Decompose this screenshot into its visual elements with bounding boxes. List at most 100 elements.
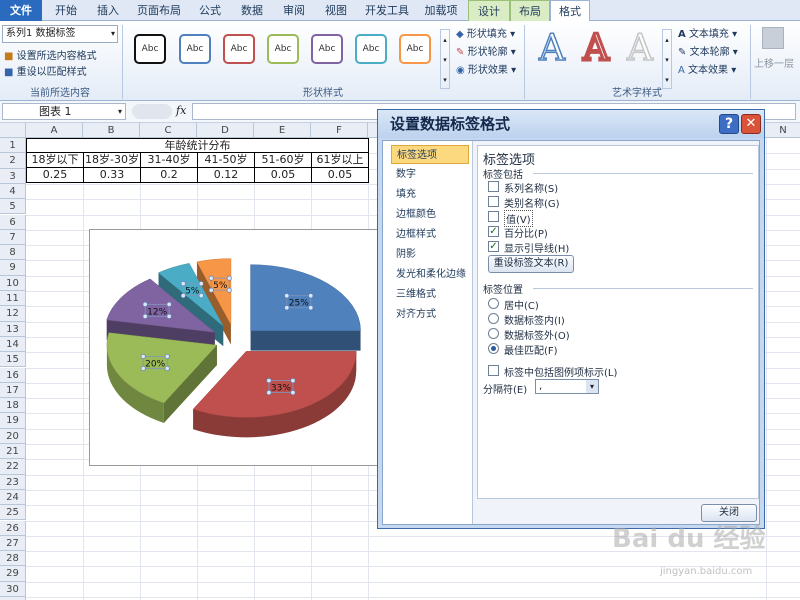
column-header[interactable]: N: [766, 123, 800, 138]
row-header[interactable]: 18: [0, 398, 26, 414]
checkbox-legend-key[interactable]: [488, 365, 499, 376]
row-header[interactable]: 19: [0, 413, 26, 429]
shape-outline-button[interactable]: ✎ 形状轮廓 ▾: [456, 43, 516, 58]
bring-forward-button[interactable]: 上移一层: [754, 55, 794, 70]
data-label-handle[interactable]: [164, 353, 170, 360]
data-label-handle[interactable]: [308, 293, 314, 299]
data-label[interactable]: 5%: [213, 281, 228, 291]
data-label-handle[interactable]: [140, 353, 146, 360]
wordart-style-3[interactable]: A: [622, 28, 658, 70]
reset-match-button[interactable]: ■ 重设以匹配样式: [4, 63, 87, 78]
tab-layout[interactable]: 布局: [510, 0, 550, 21]
table-header[interactable]: 61岁以上: [311, 152, 369, 168]
data-label-handle[interactable]: [166, 301, 172, 307]
table-header[interactable]: 18岁以下: [26, 152, 84, 168]
row-header[interactable]: 10: [0, 275, 26, 291]
column-header[interactable]: F: [311, 123, 368, 138]
row-header[interactable]: 20: [0, 428, 26, 444]
data-label-handle[interactable]: [198, 281, 204, 287]
reset-label-text-button[interactable]: 重设标签文本(R): [488, 255, 574, 273]
table-cell[interactable]: 0.33: [83, 167, 141, 183]
column-header[interactable]: E: [254, 123, 311, 138]
data-label-handle[interactable]: [180, 281, 186, 287]
data-label-handle[interactable]: [198, 293, 204, 299]
pie-slice[interactable]: [192, 351, 357, 438]
fx-icon[interactable]: fx: [176, 104, 186, 117]
checkbox-leader-lines[interactable]: ✓: [488, 241, 499, 252]
separator-select[interactable]: , ▾: [535, 379, 599, 394]
table-cell[interactable]: 0.12: [197, 167, 255, 183]
tab-developer[interactable]: 开发工具: [358, 0, 416, 21]
nav-border-color[interactable]: 边框颜色: [391, 205, 469, 224]
nav-shadow[interactable]: 阴影: [391, 245, 469, 264]
table-cell[interactable]: 0.05: [311, 167, 369, 183]
row-header[interactable]: 25: [0, 505, 26, 521]
row-header[interactable]: 27: [0, 535, 26, 552]
table-header[interactable]: 51-60岁: [254, 152, 312, 168]
data-label[interactable]: 20%: [145, 360, 165, 370]
checkbox-value[interactable]: [488, 211, 499, 222]
tab-page-layout[interactable]: 页面布局: [130, 0, 188, 21]
data-label-handle[interactable]: [166, 313, 172, 319]
shape-style-1[interactable]: Abc: [134, 34, 166, 64]
nav-border-style[interactable]: 边框样式: [391, 225, 469, 244]
row-header[interactable]: 2: [0, 153, 26, 169]
text-outline-button[interactable]: ✎ 文本轮廓 ▾: [678, 43, 738, 58]
row-header[interactable]: 3: [0, 168, 26, 184]
row-header[interactable]: 11: [0, 291, 26, 307]
tab-design[interactable]: 设计: [468, 0, 510, 21]
row-header[interactable]: 22: [0, 459, 26, 475]
nav-fill[interactable]: 填充: [391, 185, 469, 204]
nav-glow-soft-edges[interactable]: 发光和柔化边缘: [391, 265, 469, 284]
format-selection-button[interactable]: ■ 设置所选内容格式: [4, 47, 97, 62]
data-label-handle[interactable]: [284, 293, 290, 299]
text-fill-button[interactable]: A 文本填充 ▾: [678, 25, 737, 40]
tab-formulas[interactable]: 公式: [190, 0, 230, 21]
row-header[interactable]: 17: [0, 382, 26, 399]
row-header[interactable]: 30: [0, 581, 26, 597]
checkbox-percentage[interactable]: ✓: [488, 226, 499, 237]
pie-chart[interactable]: 25% 33% 20% 12% 5% 5%: [89, 229, 389, 466]
tab-file[interactable]: 文件: [0, 0, 42, 21]
shape-style-7[interactable]: Abc: [399, 34, 431, 64]
row-header[interactable]: 7: [0, 229, 26, 246]
data-label[interactable]: 33%: [271, 384, 291, 394]
table-cell[interactable]: 0.25: [26, 167, 84, 183]
name-box[interactable]: 图表 1 ▾: [2, 103, 126, 120]
table-header[interactable]: 18岁-30岁: [83, 152, 141, 168]
checkbox-category-name[interactable]: [488, 196, 499, 207]
data-label[interactable]: 5%: [185, 287, 200, 297]
shape-style-3[interactable]: Abc: [223, 34, 255, 64]
shape-style-5[interactable]: Abc: [311, 34, 343, 64]
tab-insert[interactable]: 插入: [88, 0, 128, 21]
row-header[interactable]: 29: [0, 566, 26, 582]
row-header[interactable]: 13: [0, 321, 26, 337]
row-header[interactable]: 12: [0, 306, 26, 322]
data-label-handle[interactable]: [226, 275, 232, 281]
tab-review[interactable]: 审阅: [274, 0, 314, 21]
table-cell[interactable]: 0.05: [254, 167, 312, 183]
select-all-corner[interactable]: [0, 123, 26, 138]
radio-outside-end[interactable]: [488, 328, 499, 339]
shape-effect-button[interactable]: ◉ 形状效果 ▾: [456, 61, 516, 76]
shape-style-6[interactable]: Abc: [355, 34, 387, 64]
nav-number[interactable]: 数字: [391, 165, 469, 184]
table-header[interactable]: 31-40岁: [140, 152, 198, 168]
wordart-gallery-scroll[interactable]: ▴ ▾ ▾: [662, 29, 672, 89]
data-label-handle[interactable]: [164, 365, 170, 372]
help-icon[interactable]: ?: [719, 114, 739, 134]
wordart-style-2[interactable]: A: [578, 27, 614, 70]
row-header[interactable]: 8: [0, 245, 26, 261]
row-header[interactable]: 6: [0, 214, 26, 230]
row-header[interactable]: 16: [0, 367, 26, 383]
nav-label-options[interactable]: 标签选项: [391, 145, 469, 164]
nav-3d-format[interactable]: 三维格式: [391, 285, 469, 304]
row-header[interactable]: 1: [0, 138, 26, 154]
chart-element-select[interactable]: 系列1 数据标签 ▾: [2, 25, 118, 43]
row-header[interactable]: 23: [0, 474, 26, 490]
tab-addins[interactable]: 加载项: [418, 0, 464, 21]
tab-format[interactable]: 格式: [550, 0, 590, 22]
tab-data[interactable]: 数据: [232, 0, 272, 21]
table-cell[interactable]: 0.2: [140, 167, 198, 183]
data-label-handle[interactable]: [266, 378, 272, 384]
